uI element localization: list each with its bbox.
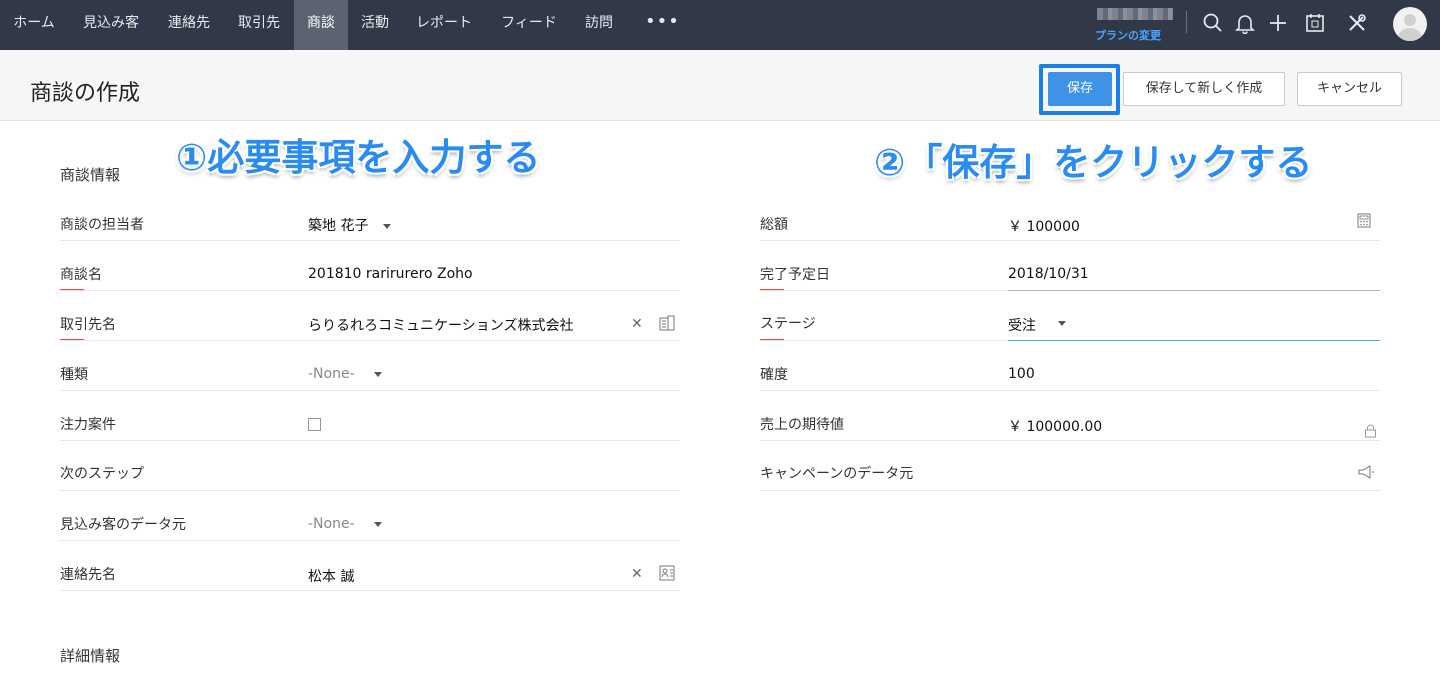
nav-divider <box>1186 11 1187 33</box>
row-divider <box>60 240 680 241</box>
priority-checkbox[interactable] <box>308 418 321 431</box>
nav-tab-activities[interactable]: 活動 <box>348 0 402 50</box>
account-name-input[interactable]: らりるれろコミュニケーションズ株式会社 <box>308 315 573 335</box>
contact-lookup-icon[interactable] <box>659 565 675 581</box>
label-deal-name: 商談名 <box>60 267 102 283</box>
label-account-name: 取引先名 <box>60 317 116 333</box>
label-deal-owner: 商談の担当者 <box>60 217 144 233</box>
page-header: 商談の作成 保存 保存して新しく作成 キャンセル <box>0 50 1440 121</box>
account-lookup-icon[interactable] <box>659 315 675 331</box>
row-divider <box>60 390 680 391</box>
chevron-down-icon[interactable] <box>374 522 382 527</box>
label-expected-revenue: 売上の期待値 <box>760 417 844 433</box>
annotation-step2: ②「保存」をクリックする <box>874 141 1313 184</box>
contact-name-input[interactable]: 松本 誠 <box>308 566 354 586</box>
label-next-step: 次のステップ <box>60 466 144 482</box>
calculator-icon[interactable] <box>1357 213 1371 228</box>
label-priority: 注力案件 <box>60 417 116 433</box>
clear-account-icon[interactable]: ✕ <box>631 316 643 332</box>
row-divider <box>60 590 680 591</box>
row-divider <box>60 290 680 291</box>
chevron-down-icon[interactable] <box>383 224 391 229</box>
deal-owner-select[interactable]: 築地 花子 <box>308 215 368 235</box>
amount-input[interactable]: ￥ 100000 <box>1008 216 1080 236</box>
bell-icon[interactable] <box>1234 12 1256 34</box>
nav-tab-accounts[interactable]: 取引先 <box>224 0 294 50</box>
nav-tab-leads[interactable]: 見込み客 <box>68 0 154 50</box>
lock-icon <box>1365 424 1376 438</box>
row-divider <box>760 290 1008 291</box>
closing-date-input[interactable]: 2018/10/31 <box>1008 266 1089 282</box>
label-amount: 総額 <box>760 217 788 233</box>
nav-tab-feeds[interactable]: フィード <box>486 0 572 50</box>
label-type: 種類 <box>60 367 88 383</box>
annotation-step1: ①必要事項を入力する <box>176 136 541 179</box>
section-title-details: 詳細情報 <box>60 647 121 665</box>
row-divider <box>60 540 680 541</box>
nav-more-button[interactable]: ••• <box>645 0 680 50</box>
nav-tab-deals[interactable]: 商談 <box>294 0 348 50</box>
user-avatar[interactable] <box>1393 7 1427 41</box>
row-divider <box>60 490 680 491</box>
nav-tab-visits[interactable]: 訪問 <box>572 0 626 50</box>
stage-focus-underline <box>1008 340 1380 341</box>
row-divider <box>760 240 1380 241</box>
lead-source-select[interactable]: -None- <box>308 516 355 532</box>
megaphone-icon[interactable] <box>1357 465 1375 479</box>
deal-name-input[interactable]: 201810 rarirurero Zoho <box>308 266 473 282</box>
setup-tools-icon[interactable] <box>1346 12 1368 34</box>
nav-tab-contacts[interactable]: 連絡先 <box>154 0 224 50</box>
row-divider <box>760 490 1380 491</box>
label-probability: 確度 <box>760 367 788 383</box>
search-icon[interactable] <box>1202 12 1224 34</box>
chevron-down-icon[interactable] <box>1058 321 1066 326</box>
stage-select[interactable]: 受注 <box>1008 315 1036 335</box>
save-button[interactable]: 保存 <box>1048 72 1112 106</box>
label-campaign-source: キャンペーンのデータ元 <box>760 466 914 482</box>
nav-tab-reports[interactable]: レポート <box>402 0 486 50</box>
row-divider <box>760 440 1380 441</box>
label-closing-date: 完了予定日 <box>760 267 830 283</box>
section-title-deal-info: 商談情報 <box>60 166 121 184</box>
top-nav-bar: ホーム 見込み客 連絡先 取引先 商談 活動 レポート フィード 訪問 ••• … <box>0 0 1440 50</box>
closing-date-underline <box>1008 290 1380 291</box>
row-divider <box>60 340 680 341</box>
calendar-icon[interactable] <box>1304 12 1326 34</box>
save-and-new-button[interactable]: 保存して新しく作成 <box>1123 72 1285 106</box>
nav-tab-home[interactable]: ホーム <box>0 0 68 50</box>
label-contact-name: 連絡先名 <box>60 567 116 583</box>
change-plan-link[interactable]: プランの変更 <box>1095 27 1161 43</box>
expected-revenue-value: ￥ 100000.00 <box>1008 419 1103 435</box>
chevron-down-icon[interactable] <box>374 372 382 377</box>
label-lead-source: 見込み客のデータ元 <box>60 517 186 533</box>
probability-input[interactable]: 100 <box>1008 366 1035 382</box>
page-title: 商談の作成 <box>30 81 141 106</box>
row-divider <box>760 340 1008 341</box>
user-name-blurred <box>1097 8 1173 20</box>
label-stage: ステージ <box>760 316 816 332</box>
type-select[interactable]: -None- <box>308 366 355 382</box>
row-divider <box>760 390 1380 391</box>
plus-icon[interactable] <box>1267 12 1289 34</box>
row-divider <box>60 440 680 441</box>
clear-contact-icon[interactable]: ✕ <box>631 566 643 582</box>
cancel-button[interactable]: キャンセル <box>1297 72 1402 106</box>
